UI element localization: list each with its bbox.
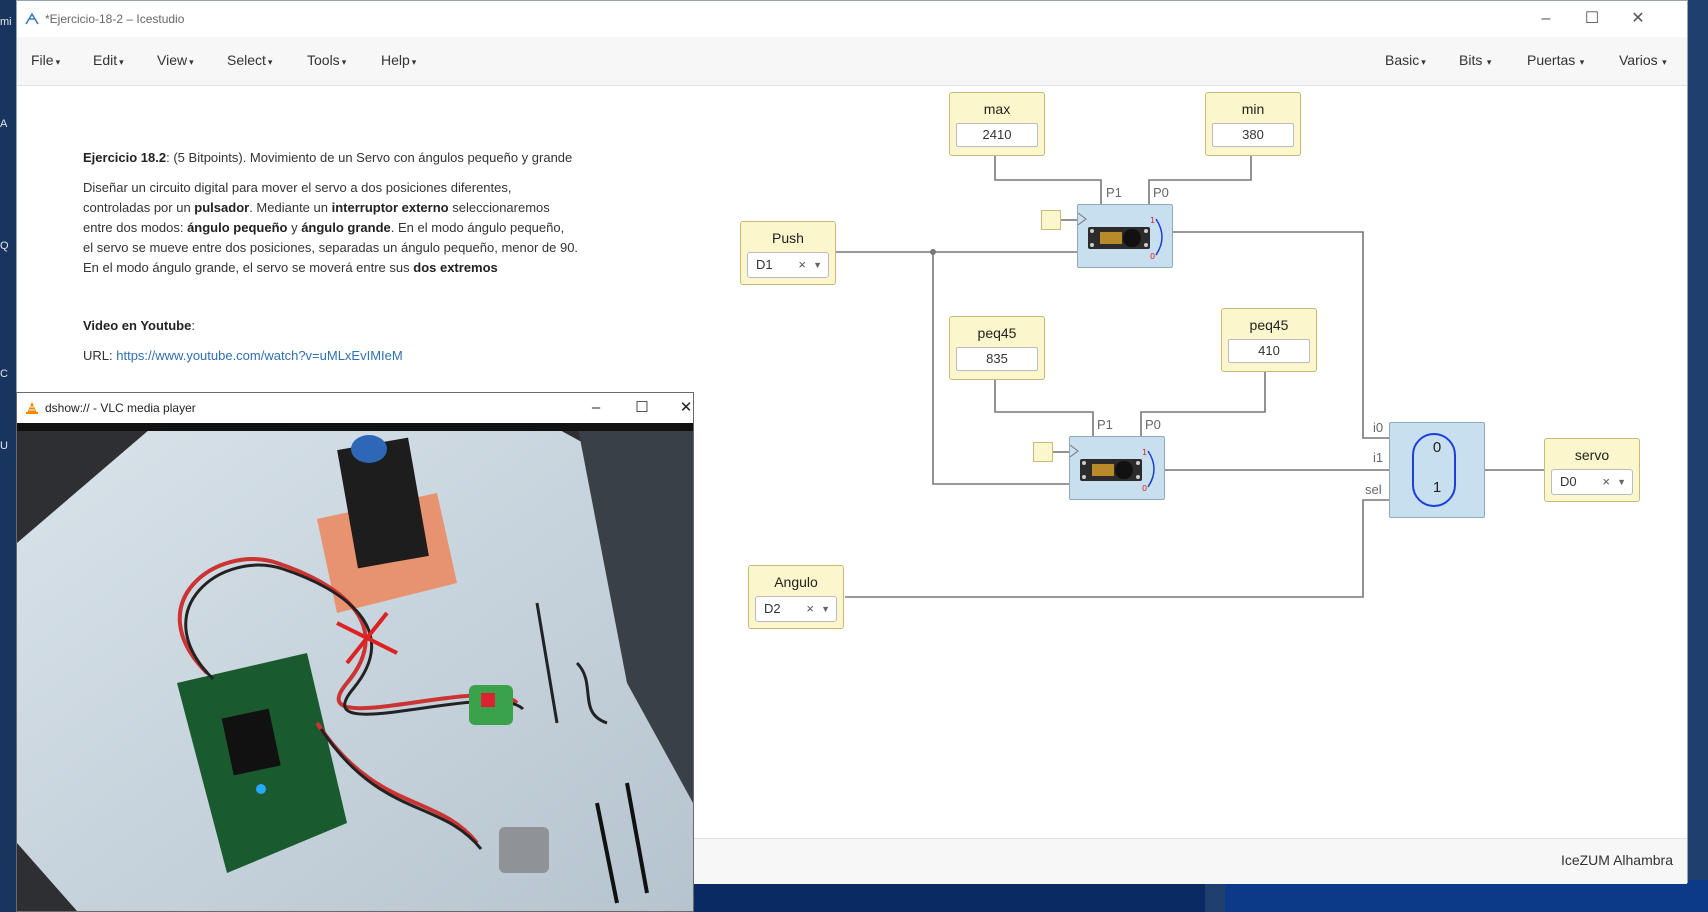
output-label: servo [1574, 447, 1610, 463]
mux-input-1: 1 [1432, 479, 1442, 496]
vlc-title-bar: dshow:// - VLC media player – ☐ ✕ [17, 393, 693, 423]
chevron-down-icon: ▼ [821, 604, 830, 614]
vlc-window: dshow:// - VLC media player – ☐ ✕ [16, 392, 694, 912]
chevron-down-icon: ▼ [1617, 477, 1626, 487]
multiplexer[interactable]: 0 1 [1389, 422, 1485, 518]
pin-label: i1 [1373, 450, 1384, 465]
pin-label: P0 [1153, 185, 1169, 200]
window-title: *Ejercicio-18-2 – Icestudio [45, 12, 185, 26]
svg-text:1: 1 [1150, 216, 1155, 225]
menu-basic[interactable]: Basic ▾ [1385, 52, 1426, 68]
input-push[interactable]: Push D1 × ▼ [740, 221, 836, 285]
svg-text:1: 1 [1142, 448, 1147, 457]
constant-label: peq45 [977, 325, 1017, 341]
constant-peq45-b[interactable]: peq45 410 [1221, 308, 1317, 372]
close-button[interactable]: ✕ [1615, 7, 1661, 31]
constant-max[interactable]: max 2410 [949, 92, 1045, 156]
clear-icon[interactable]: × [806, 597, 814, 621]
pin-label: P1 [1097, 417, 1113, 432]
pin-select[interactable]: D2 × ▼ [755, 596, 837, 622]
desktop-background [1225, 880, 1708, 912]
desktop-background [690, 880, 1205, 912]
maximize-button[interactable]: ☐ [1569, 7, 1615, 31]
servo-icon: 1 0 [1069, 444, 1155, 493]
output-servo[interactable]: servo D0 × ▼ [1544, 438, 1640, 502]
menu-puertas[interactable]: Puertas ▾ [1527, 52, 1584, 68]
clock-input-port [1041, 210, 1061, 230]
svg-text:0: 0 [1150, 252, 1155, 261]
servo-module[interactable]: 1 0 [1069, 436, 1165, 500]
minimize-button[interactable]: – [1523, 7, 1569, 31]
vlc-window-title: dshow:// - VLC media player [45, 401, 196, 415]
constant-min[interactable]: min 380 [1205, 92, 1301, 156]
clear-icon[interactable]: × [798, 253, 806, 277]
servo-icon: 1 0 [1077, 212, 1163, 261]
vlc-cone-icon [26, 402, 38, 414]
clock-input-port [1033, 442, 1053, 462]
menu-view[interactable]: View ▾ [157, 52, 194, 68]
menu-file[interactable]: File ▾ [31, 52, 60, 68]
menu-help[interactable]: Help ▾ [381, 52, 416, 68]
webcam-image [17, 423, 693, 911]
menu-tools[interactable]: Tools ▾ [307, 52, 346, 68]
pin-label: P1 [1106, 185, 1122, 200]
chevron-down-icon: ▼ [813, 260, 822, 270]
board-name[interactable]: IceZUM Alhambra [1561, 852, 1673, 868]
pin-label: P0 [1145, 417, 1161, 432]
input-label: Push [772, 230, 804, 246]
constant-peq45-a[interactable]: peq45 835 [949, 316, 1045, 380]
input-angulo[interactable]: Angulo D2 × ▼ [748, 565, 844, 629]
input-label: Angulo [774, 574, 818, 590]
mux-input-0: 0 [1432, 439, 1442, 456]
menu-bits[interactable]: Bits ▾ [1459, 52, 1491, 68]
vlc-maximize-button[interactable]: ☐ [619, 396, 665, 420]
servo-module[interactable]: 1 0 [1077, 204, 1173, 268]
constant-label: peq45 [1249, 317, 1289, 333]
menu-varios[interactable]: Varios ▾ [1619, 52, 1667, 68]
pin-label: sel [1365, 482, 1382, 497]
menu-select[interactable]: Select ▾ [227, 52, 272, 68]
title-bar: *Ejercicio-18-2 – Icestudio – ☐ ✕ [17, 1, 1687, 37]
clear-icon[interactable]: × [1602, 470, 1610, 494]
pin-label: i0 [1373, 420, 1384, 435]
constant-value-input[interactable]: 410 [1228, 339, 1310, 363]
vlc-minimize-button[interactable]: – [573, 396, 619, 420]
constant-label: max [983, 101, 1011, 117]
pin-select[interactable]: D0 × ▼ [1551, 469, 1633, 495]
constant-value-input[interactable]: 380 [1212, 123, 1294, 147]
pin-select[interactable]: D1 × ▼ [747, 252, 829, 278]
menu-edit[interactable]: Edit ▾ [93, 52, 124, 68]
desktop-left-strip: mi A Q C U [0, 0, 16, 912]
video-feed[interactable] [17, 423, 693, 911]
vlc-close-button[interactable]: ✕ [663, 396, 709, 420]
svg-text:0: 0 [1142, 484, 1147, 493]
icestudio-logo-icon [25, 12, 39, 25]
constant-value-input[interactable]: 835 [956, 347, 1038, 371]
constant-value-input[interactable]: 2410 [956, 123, 1038, 147]
menu-bar: File ▾ Edit ▾ View ▾ Select ▾ Tools ▾ Help ▾ B… [17, 37, 1687, 86]
constant-label: min [1241, 101, 1265, 117]
